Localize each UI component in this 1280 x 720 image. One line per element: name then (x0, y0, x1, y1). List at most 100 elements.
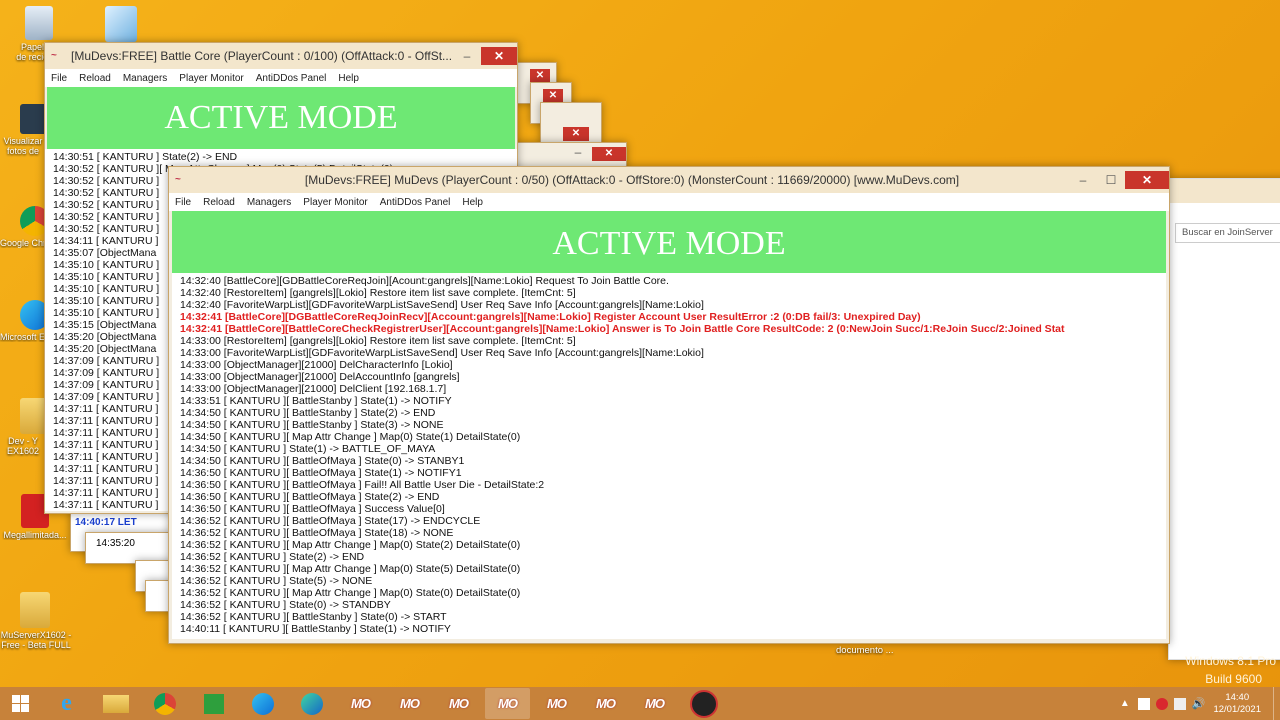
taskbar-mu-6[interactable]: MO (583, 688, 628, 719)
mu-app-icon: MO (498, 696, 518, 711)
menu-reload[interactable]: Reload (197, 197, 241, 208)
log-line: 14:36:50 [ KANTURU ][ BattleOfMaya ] Fai… (180, 479, 545, 491)
windows-logo-icon (11, 695, 29, 712)
log-line: 14:32:40 [BattleCore][GDBattleCoreReqJoi… (180, 275, 669, 287)
menu-antiddos-panel[interactable]: AntiDDos Panel (374, 197, 457, 208)
notepad-desktop-icon[interactable] (86, 6, 156, 44)
mu-app-icon: MO (400, 696, 420, 711)
active-mode-banner: ACTIVE MODE (172, 211, 1166, 273)
taskbar-edge-2[interactable] (289, 688, 334, 719)
log-line: 14:33:00 [ObjectManager][21000] DelChara… (180, 359, 453, 371)
taskbar-game[interactable] (681, 688, 726, 719)
battle-core-titlebar[interactable]: ~ [MuDevs:FREE] Battle Core (PlayerCount… (45, 43, 517, 69)
file-explorer-icon (102, 694, 129, 713)
minimize-icon[interactable]: – (1069, 171, 1097, 189)
menu-reload[interactable]: Reload (73, 73, 117, 84)
log-line: 14:36:52 [ KANTURU ][ Map Attr Change ] … (180, 587, 521, 599)
maximize-icon[interactable]: ☐ (1097, 171, 1125, 189)
active-mode-banner: ACTIVE MODE (47, 87, 515, 149)
menu-player-monitor[interactable]: Player Monitor (297, 197, 373, 208)
taskbar-chrome[interactable] (142, 688, 187, 719)
show-hidden-icons-icon[interactable]: ▲ (1120, 698, 1130, 709)
notepad-icon (105, 6, 137, 42)
folder-icon (20, 592, 50, 628)
menu-managers[interactable]: Managers (241, 197, 297, 208)
mu-app-icon: ~ (175, 174, 181, 185)
mudevs-titlebar[interactable]: ~ [MuDevs:FREE] MuDevs (PlayerCount : 0/… (169, 167, 1169, 193)
taskbar-mu-4[interactable]: MO (485, 688, 530, 719)
menu-antiddos-panel[interactable]: AntiDDos Panel (250, 73, 333, 84)
taskbar-mu-2[interactable]: MO (387, 688, 432, 719)
log-line: 14:34:50 [ KANTURU ] State(1) -> BATTLE_… (180, 443, 436, 455)
start-button[interactable] (0, 688, 40, 719)
log-line: 14:36:52 [ KANTURU ] State(5) -> NONE (180, 575, 373, 587)
log-line: 14:33:00 [FavoriteWarpList][GDFavoriteWa… (180, 347, 704, 359)
log-line: 14:30:51 [ KANTURU ] State(2) -> END (53, 151, 238, 163)
mu-app-icon: MO (351, 696, 371, 711)
stacked-window-3[interactable]: ✕ (540, 102, 602, 144)
game-icon (689, 689, 718, 718)
close-icon[interactable]: ✕ (592, 147, 626, 161)
log-line: 14:40:11 [ KANTURU ][ BattleStanby ] Sta… (180, 623, 451, 635)
log-line: 14:34:50 [ KANTURU ][ Map Attr Change ] … (180, 431, 521, 443)
recycle-bin-icon (25, 6, 53, 40)
close-icon[interactable]: ✕ (1125, 171, 1169, 189)
clock-time: 14:40 (1225, 691, 1250, 703)
taskbar-explorer[interactable] (93, 688, 138, 719)
clock[interactable]: 14:40 12/01/2021 (1213, 692, 1261, 716)
menu-managers[interactable]: Managers (117, 73, 173, 84)
mega-tray-icon[interactable] (1155, 697, 1168, 710)
store-icon (203, 693, 224, 714)
log-line: 14:36:50 [ KANTURU ][ BattleOfMaya ] Suc… (180, 503, 445, 515)
mudevs-window[interactable]: ~ [MuDevs:FREE] MuDevs (PlayerCount : 0/… (168, 166, 1170, 644)
taskbar-ie[interactable]: e (44, 688, 89, 719)
muserver-folder-label: MuServerX1602 - Free - Beta FULL (0, 630, 72, 650)
log-line: 14:34:50 [ KANTURU ][ BattleStanby ] Sta… (180, 407, 436, 419)
log-line: 14:36:52 [ KANTURU ][ Map Attr Change ] … (180, 539, 521, 551)
log-line: 14:34:50 [ KANTURU ][ BattleStanby ] Sta… (180, 419, 444, 431)
close-icon[interactable]: ✕ (481, 47, 517, 65)
minimize-icon[interactable]: – (453, 47, 481, 65)
taskbar-mu-5[interactable]: MO (534, 688, 579, 719)
menu-help[interactable]: Help (456, 197, 489, 208)
log-line: 14:32:40 [RestoreItem] [gangrels][Lokio]… (180, 287, 576, 299)
log-line: 14:33:00 [RestoreItem] [gangrels][Lokio]… (180, 335, 576, 347)
log-line: 14:36:52 [ KANTURU ][ Map Attr Change ] … (180, 563, 521, 575)
mu-app-icon: MO (547, 696, 567, 711)
menu-file[interactable]: File (169, 197, 197, 208)
menu-player-monitor[interactable]: Player Monitor (173, 73, 249, 84)
log-line: 14:36:52 [ KANTURU ][ BattleStanby ] Sta… (180, 611, 447, 623)
taskbar-mu-7[interactable]: MO (632, 688, 677, 719)
volume-icon[interactable]: 🔊 (1192, 697, 1206, 710)
show-desktop-button[interactable] (1273, 687, 1280, 720)
photos-label: Visualizar fotos de (3, 136, 43, 156)
taskbar-edge[interactable] (240, 688, 285, 719)
log-line: 14:32:40 [FavoriteWarpList][GDFavoriteWa… (180, 299, 704, 311)
windows-watermark-line1: Windows 8.1 Pro (1185, 654, 1276, 668)
megallimitada-label: Megallimitada... (3, 530, 67, 540)
log-line: 14:33:00 [ObjectManager][21000] DelAccou… (180, 371, 460, 383)
close-icon[interactable]: ✕ (543, 89, 563, 103)
chrome-label: Google Chrome (0, 238, 46, 248)
battle-core-title: [MuDevs:FREE] Battle Core (PlayerCount :… (71, 49, 453, 63)
minimize-icon[interactable]: – (564, 146, 592, 161)
edge-icon (300, 692, 323, 715)
taskbar: e MO MO MO MO MO MO MO ▲ 🔊 14:40 12/01/2… (0, 687, 1280, 720)
network-tray-icon[interactable] (1137, 697, 1150, 710)
taskbar-mu-3[interactable]: MO (436, 688, 481, 719)
muserver-folder-desktop-icon[interactable]: MuServerX1602 - Free - Beta FULL (0, 592, 72, 650)
menu-help[interactable]: Help (332, 73, 365, 84)
edge-icon (251, 692, 274, 715)
edge-label: Microsoft Edge (0, 332, 46, 342)
taskbar-store[interactable] (191, 688, 236, 719)
close-icon[interactable]: ✕ (563, 127, 589, 141)
taskbar-mu-1[interactable]: MO (338, 688, 383, 719)
log-line: 14:34:50 [ KANTURU ][ BattleOfMaya ] Sta… (180, 455, 465, 467)
network-status-icon[interactable] (1173, 697, 1186, 710)
clock-date: 12/01/2021 (1213, 703, 1261, 715)
documento-label[interactable]: documento ... (836, 645, 894, 656)
joinserver-window[interactable]: Buscar en JoinServer (1168, 178, 1280, 660)
joinserver-search-input[interactable]: Buscar en JoinServer (1175, 223, 1280, 243)
close-icon[interactable]: ✕ (530, 69, 550, 83)
menu-file[interactable]: File (45, 73, 73, 84)
